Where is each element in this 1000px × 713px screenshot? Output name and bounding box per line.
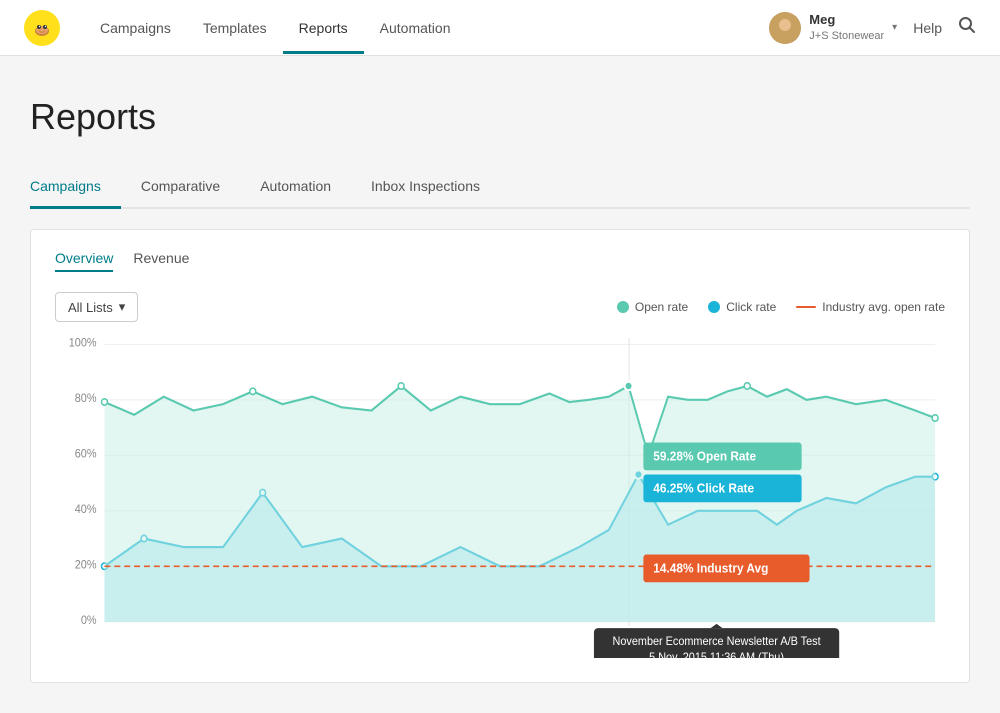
user-chevron-icon: ▾: [892, 22, 897, 33]
legend-click-rate: Click rate: [708, 300, 776, 314]
svg-text:100%: 100%: [69, 338, 97, 350]
svg-text:60%: 60%: [75, 448, 97, 460]
chart-controls: All Lists ▾ Open rate Click rate Industr…: [55, 292, 945, 322]
legend-industry-avg: Industry avg. open rate: [796, 300, 945, 314]
page-title: Reports: [30, 96, 970, 138]
svg-text:59.28% Open Rate: 59.28% Open Rate: [653, 449, 756, 464]
svg-text:46.25% Click Rate: 46.25% Click Rate: [653, 481, 754, 496]
user-menu[interactable]: Meg J+S Stonewear ▾: [769, 12, 897, 44]
page-content: Reports Campaigns Comparative Automation…: [0, 56, 1000, 713]
svg-text:0%: 0%: [81, 615, 97, 627]
report-tabs: Campaigns Comparative Automation Inbox I…: [30, 168, 970, 209]
nav-reports[interactable]: Reports: [283, 2, 364, 54]
help-link[interactable]: Help: [913, 20, 942, 36]
subtab-overview[interactable]: Overview: [55, 250, 113, 272]
subtab-revenue[interactable]: Revenue: [133, 250, 189, 272]
card-subtabs: Overview Revenue: [55, 250, 945, 272]
search-icon[interactable]: [958, 16, 976, 39]
mailchimp-logo: [24, 10, 60, 46]
industry-avg-color: [796, 306, 816, 308]
user-org: J+S Stonewear: [809, 29, 884, 43]
dropdown-chevron-icon: ▾: [119, 299, 126, 315]
navbar-right: Meg J+S Stonewear ▾ Help: [769, 12, 976, 44]
tab-campaigns[interactable]: Campaigns: [30, 168, 121, 209]
line-chart: 100% 80% 60% 40% 20% 0%: [55, 338, 945, 658]
click-rate-color: [708, 301, 720, 313]
avatar: [769, 12, 801, 44]
svg-text:November Ecommerce Newsletter: November Ecommerce Newsletter A/B Test: [613, 636, 822, 648]
dropdown-label: All Lists: [68, 300, 113, 315]
nav-links: Campaigns Templates Reports Automation: [84, 2, 769, 54]
all-lists-dropdown[interactable]: All Lists ▾: [55, 292, 138, 322]
legend-industry-avg-label: Industry avg. open rate: [822, 300, 945, 314]
legend-open-rate-label: Open rate: [635, 300, 688, 314]
tab-inbox-inspections[interactable]: Inbox Inspections: [351, 168, 500, 209]
svg-text:5 Nov, 2015 11:36 AM (Thu): 5 Nov, 2015 11:36 AM (Thu): [649, 652, 784, 658]
legend-click-rate-label: Click rate: [726, 300, 776, 314]
tab-comparative[interactable]: Comparative: [121, 168, 240, 209]
chart-legend: Open rate Click rate Industry avg. open …: [617, 300, 945, 314]
svg-text:80%: 80%: [75, 393, 97, 405]
open-rate-color: [617, 301, 629, 313]
report-card: Overview Revenue All Lists ▾ Open rate C…: [30, 229, 970, 683]
svg-text:40%: 40%: [75, 504, 97, 516]
user-info: Meg J+S Stonewear: [809, 12, 884, 43]
svg-text:14.48% Industry Avg: 14.48% Industry Avg: [653, 561, 768, 576]
nav-campaigns[interactable]: Campaigns: [84, 2, 187, 54]
chart-area: 100% 80% 60% 40% 20% 0%: [55, 338, 945, 658]
svg-text:20%: 20%: [75, 559, 97, 571]
tab-automation[interactable]: Automation: [240, 168, 351, 209]
navbar: Campaigns Templates Reports Automation M…: [0, 0, 1000, 56]
nav-templates[interactable]: Templates: [187, 2, 283, 54]
nav-automation[interactable]: Automation: [364, 2, 467, 54]
legend-open-rate: Open rate: [617, 300, 688, 314]
user-name: Meg: [809, 12, 884, 29]
